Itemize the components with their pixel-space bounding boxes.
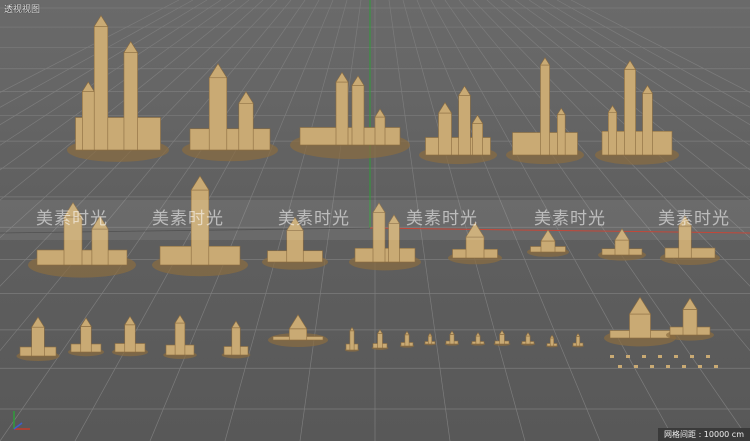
grid-spacing-status: 网格间距 : 10000 cm	[658, 428, 750, 441]
building-model[interactable]	[112, 315, 148, 357]
building-model[interactable]	[595, 59, 679, 165]
building-model[interactable]	[399, 330, 415, 348]
building-model[interactable]	[546, 334, 558, 348]
building-model[interactable]	[520, 332, 536, 346]
small-prop[interactable]	[626, 355, 630, 358]
building-model[interactable]	[506, 57, 584, 165]
watermark-text: 美素时光	[406, 209, 478, 229]
building-model[interactable]	[572, 333, 584, 348]
small-prop[interactable]	[706, 355, 710, 358]
perspective-viewport[interactable]: 美素时光 美素时光 美素时光 美素时光 美素时光 美素时光 透视视图 网格间距 : 100…	[0, 0, 750, 441]
watermark-band	[0, 200, 750, 240]
watermark-text: 美素时光	[534, 209, 606, 229]
building-model[interactable]	[493, 329, 511, 346]
building-model[interactable]	[68, 317, 104, 357]
small-prop[interactable]	[666, 365, 670, 368]
small-prop[interactable]	[642, 355, 646, 358]
small-prop[interactable]	[714, 365, 718, 368]
building-model[interactable]	[424, 332, 436, 346]
small-prop[interactable]	[658, 355, 662, 358]
viewport-title: 透视视图	[4, 5, 41, 15]
small-prop[interactable]	[682, 365, 686, 368]
building-model[interactable]	[371, 329, 389, 350]
building-model[interactable]	[666, 297, 714, 341]
building-model[interactable]	[182, 63, 278, 162]
building-model[interactable]	[16, 316, 60, 362]
small-prop[interactable]	[674, 355, 678, 358]
building-model[interactable]	[470, 332, 486, 346]
small-prop[interactable]	[618, 365, 622, 368]
watermark-text: 美素时光	[36, 209, 108, 229]
small-prop[interactable]	[690, 355, 694, 358]
watermark-text: 美素时光	[658, 209, 730, 229]
building-model[interactable]	[221, 320, 251, 359]
small-prop[interactable]	[650, 365, 654, 368]
xyz-axis-icon	[13, 411, 30, 430]
small-prop[interactable]	[634, 365, 638, 368]
building-model[interactable]	[163, 314, 197, 359]
building-model[interactable]	[268, 314, 328, 347]
building-model[interactable]	[444, 330, 460, 346]
watermark-text: 美素时光	[152, 209, 224, 229]
watermark-text: 美素时光	[278, 209, 350, 229]
building-model[interactable]	[344, 326, 360, 352]
building-model[interactable]	[67, 15, 169, 162]
small-prop[interactable]	[698, 365, 702, 368]
building-model[interactable]	[604, 296, 676, 347]
small-prop[interactable]	[610, 355, 614, 358]
